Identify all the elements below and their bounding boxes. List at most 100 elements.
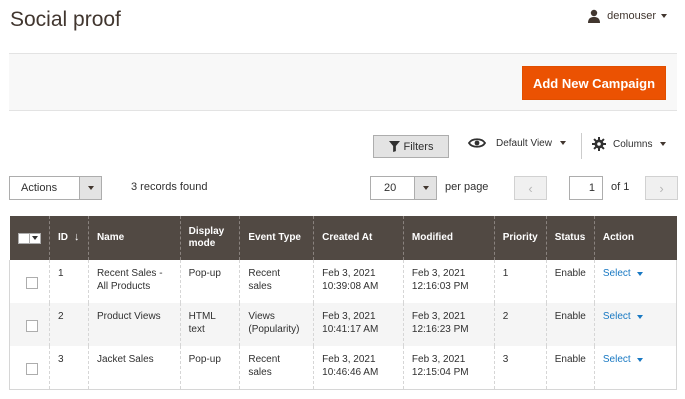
cell-status: Enable [545,346,595,390]
column-header-created-at[interactable]: Created At [313,216,404,260]
chevron-down-icon [660,142,667,146]
cell-id: 2 [48,303,89,346]
created-time: 10:41:17 AM [322,324,379,335]
mass-select-checkbox[interactable] [17,232,41,244]
cell-priority: 3 [493,346,547,390]
chevron-down-icon[interactable] [29,232,41,244]
column-header-display-mode[interactable]: Display mode [179,216,240,260]
column-header-priority[interactable]: Priority [493,216,547,260]
modified-date: Feb 3, 2021 [411,354,466,365]
row-checkbox[interactable] [26,363,38,375]
column-header-event-type[interactable]: Event Type [239,216,314,260]
current-page-input[interactable]: 1 [569,176,603,200]
filter-icon [388,141,400,152]
table-row: 1 Recent Sales - All Products Pop-up Rec… [9,260,678,303]
cell-modified: Feb 3, 2021 12:15:04 PM [402,346,495,390]
chevron-down-icon [559,141,566,145]
grid-header-row: ID ↓ Name Display mode Event Type Created… [9,216,677,260]
cell-display-mode: HTML text [179,303,240,346]
chevron-down-icon [636,314,643,319]
cell-action: Select [593,303,678,346]
created-date: Feb 3, 2021 [322,311,376,322]
table-row: 2 Product Views HTML text Views (Popular… [9,303,678,346]
cell-status: Enable [545,303,595,346]
created-date: Feb 3, 2021 [322,354,376,365]
sort-arrow-icon: ↓ [73,231,80,244]
default-view-dropdown[interactable]: Default View [468,137,566,149]
cell-status: Enable [545,260,595,303]
row-checkbox[interactable] [26,277,38,289]
row-select-cell [9,303,50,346]
mass-actions-select[interactable]: Actions [9,176,102,200]
filters-label: Filters [403,140,434,153]
campaign-grid: ID ↓ Name Display mode Event Type Created… [9,216,678,390]
cell-priority: 1 [493,260,547,303]
column-header-status[interactable]: Status [545,216,595,260]
cell-display-mode: Pop-up [179,260,240,303]
column-header-modified[interactable]: Modified [402,216,495,260]
row-action-select[interactable]: Select [603,310,643,323]
page-actions-bar: Add New Campaign [9,53,677,111]
modified-time: 12:15:04 PM [411,367,469,378]
next-page-button[interactable]: › [645,176,678,200]
row-checkbox[interactable] [26,320,38,332]
page-title: Social proof [10,8,121,31]
column-header-name[interactable]: Name [87,216,181,260]
cell-event-type: Recent sales [239,260,314,303]
user-icon [588,9,601,23]
cell-display-mode: Pop-up [179,346,240,390]
cell-event-type: Views (Popularity) [239,303,314,346]
select-all-header[interactable] [9,216,50,260]
cell-event-type: Recent sales [239,346,314,390]
cell-action: Select [593,260,678,303]
chevron-left-icon: ‹ [528,180,533,196]
modified-date: Feb 3, 2021 [411,311,466,322]
cell-modified: Feb 3, 2021 12:16:23 PM [402,303,495,346]
gear-icon [592,137,606,151]
cell-name: Recent Sales - All Products [87,260,181,303]
row-action-select[interactable]: Select [603,353,643,366]
modified-date: Feb 3, 2021 [411,268,466,279]
user-menu[interactable]: demouser [587,9,667,23]
cell-id: 1 [48,260,89,303]
chevron-down-icon [414,177,436,199]
page-count: of 1 [611,181,630,193]
created-time: 10:39:08 AM [322,281,379,292]
previous-page-button[interactable]: ‹ [514,176,547,200]
row-select-cell [9,346,50,390]
chevron-down-icon [636,271,643,276]
chevron-down-icon [79,177,101,199]
cell-priority: 2 [493,303,547,346]
columns-dropdown[interactable]: Columns [592,137,667,151]
cell-created-at: Feb 3, 2021 10:39:08 AM [313,260,404,303]
cell-modified: Feb 3, 2021 12:16:03 PM [402,260,495,303]
cell-created-at: Feb 3, 2021 10:41:17 AM [313,303,404,346]
columns-label: Columns [613,138,653,150]
records-found: 3 records found [131,181,208,193]
per-page-value: 20 [384,182,397,194]
toolbar-divider [581,133,582,159]
per-page-select[interactable]: 20 [370,176,437,200]
modified-time: 12:16:23 PM [411,324,469,335]
row-select-cell [9,260,50,303]
column-header-action: Action [593,216,677,260]
row-action-select[interactable]: Select [603,267,643,280]
created-date: Feb 3, 2021 [322,268,376,279]
cell-name: Product Views [87,303,181,346]
row-action-label: Select [602,354,631,365]
row-action-label: Select [602,311,631,322]
modified-time: 12:16:03 PM [411,281,469,292]
default-view-label: Default View [496,137,552,149]
column-header-id[interactable]: ID ↓ [48,216,89,260]
cell-action: Select [593,346,678,390]
chevron-down-icon [661,14,667,18]
eye-icon [468,138,486,148]
filters-button[interactable]: Filters [373,135,449,158]
mass-actions-label: Actions [21,182,58,194]
chevron-down-icon [636,357,643,362]
add-new-campaign-button[interactable]: Add New Campaign [522,66,666,100]
per-page-label: per page [445,181,489,193]
column-header-label: ID [57,232,68,244]
select-all-checkbox[interactable] [17,232,30,244]
created-time: 10:46:46 AM [322,367,379,378]
